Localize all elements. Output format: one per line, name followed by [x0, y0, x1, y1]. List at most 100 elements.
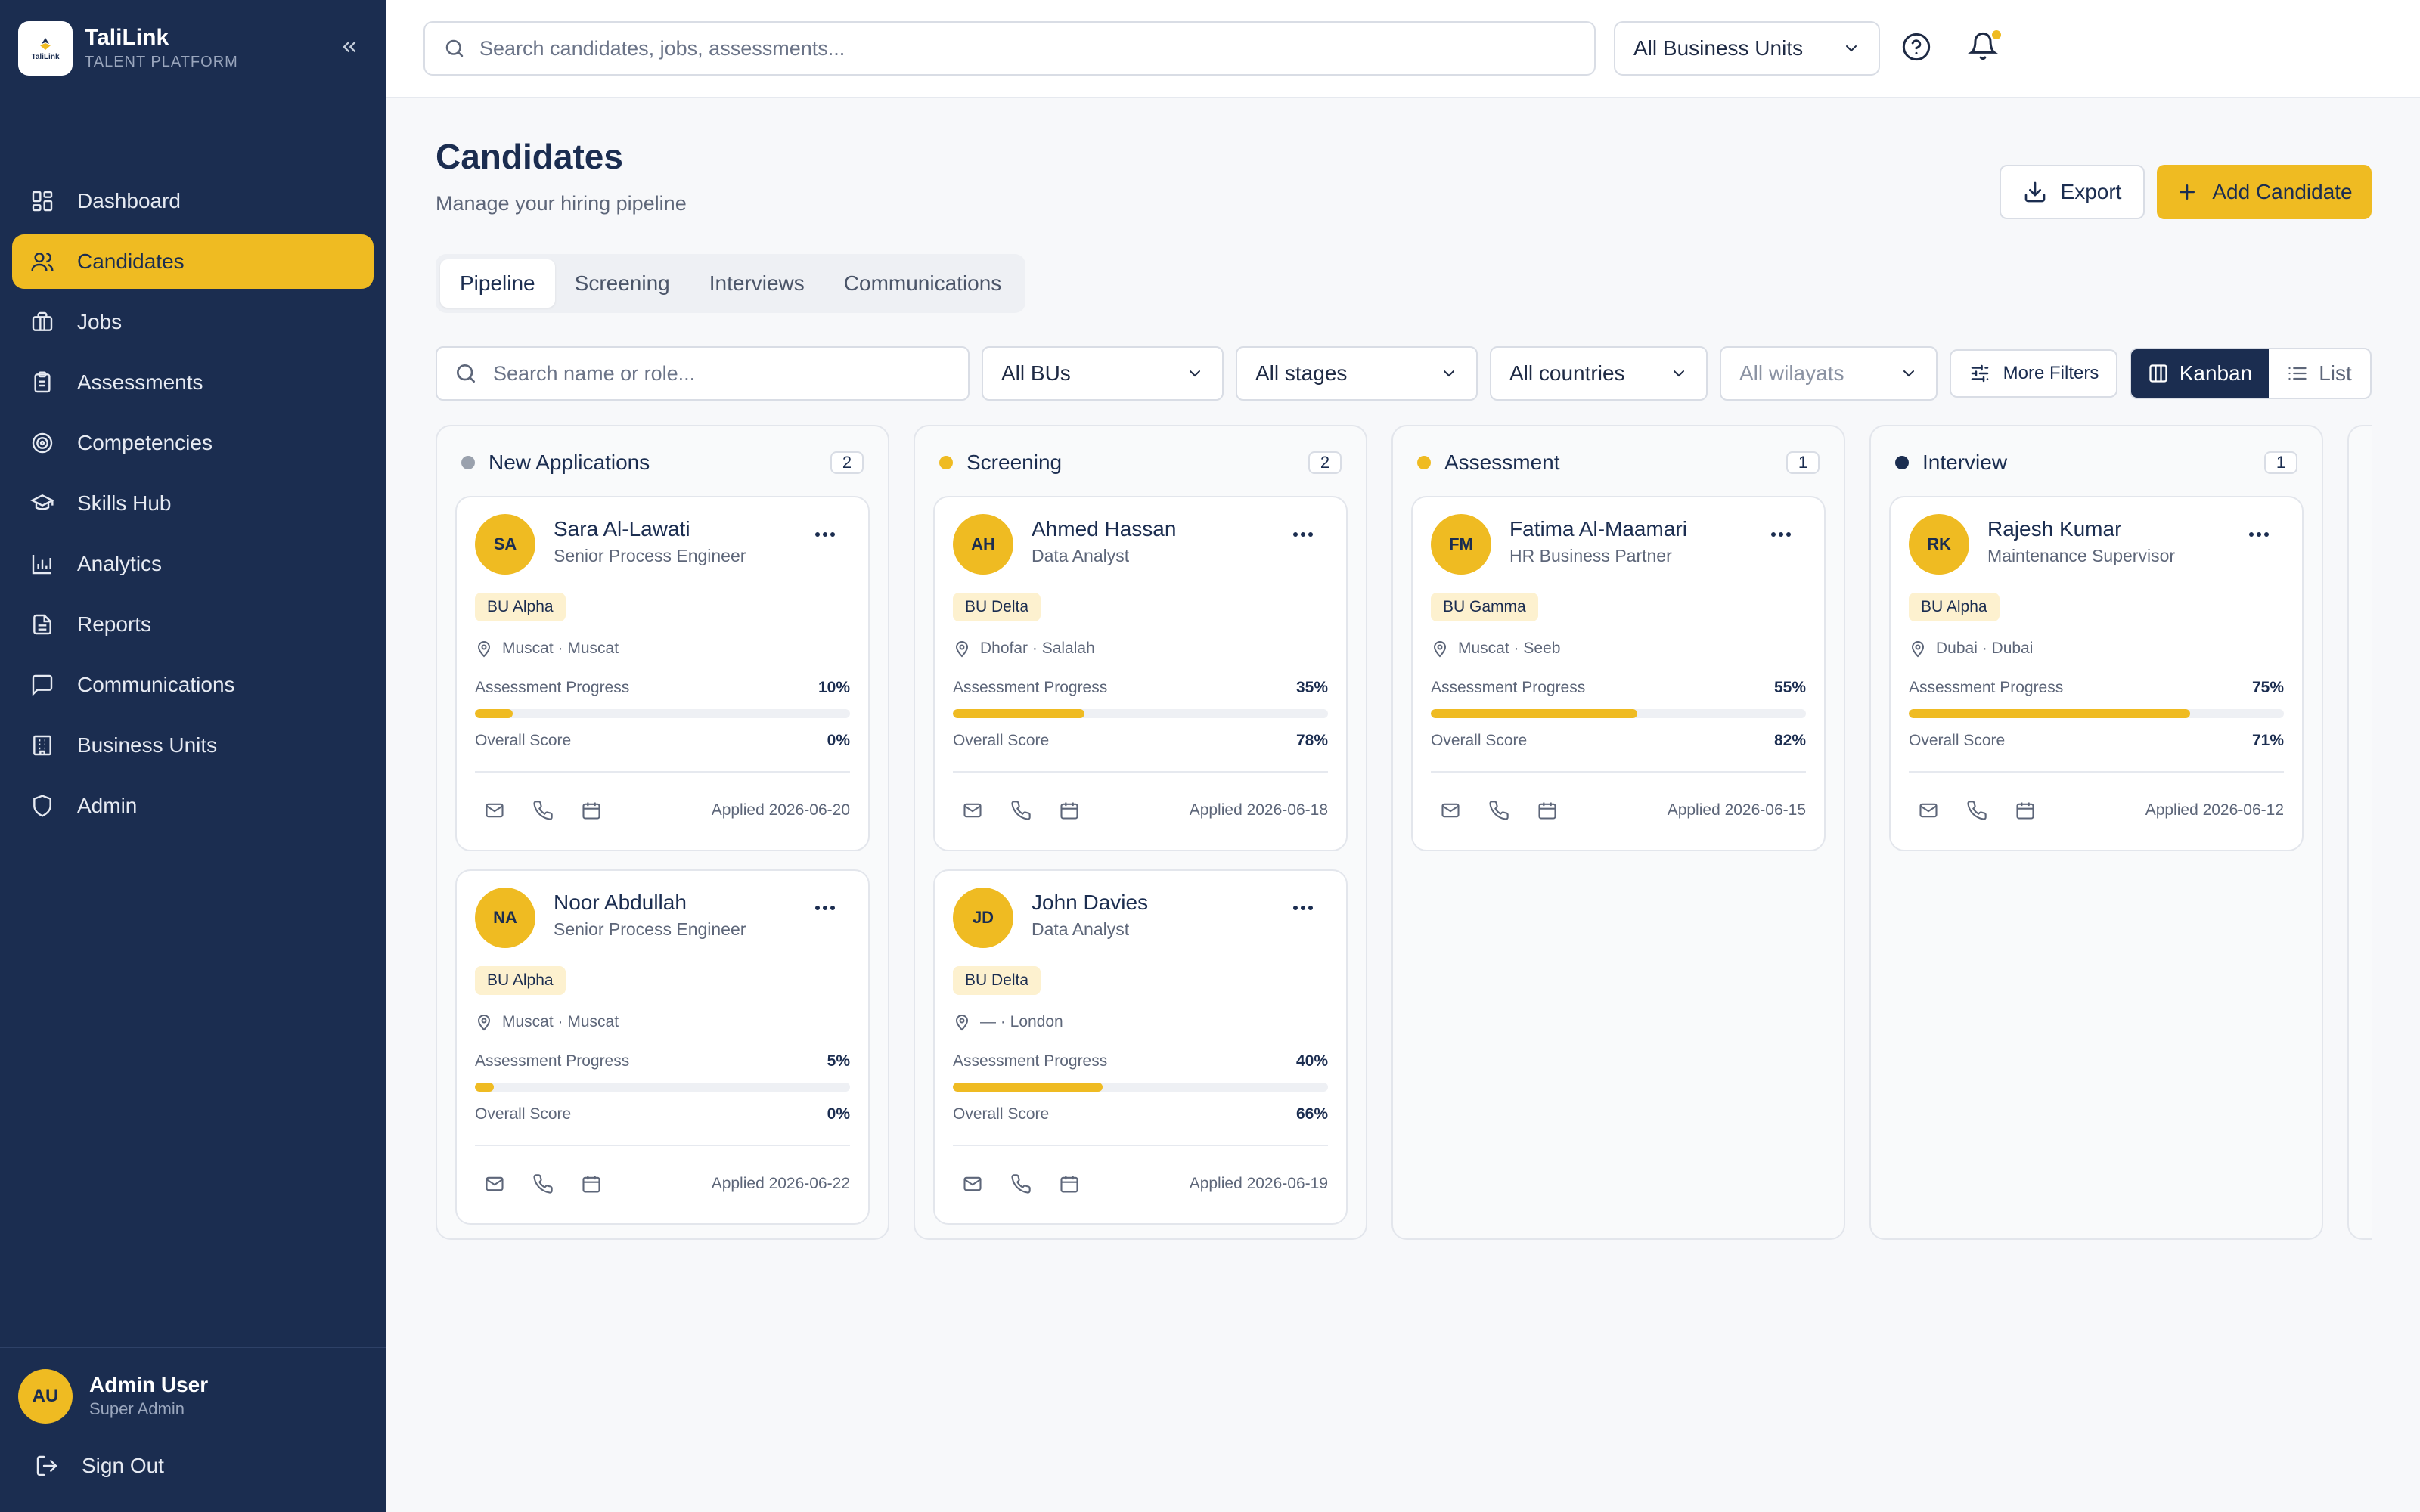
column-status-dot	[939, 456, 953, 469]
calendar-icon[interactable]	[581, 800, 602, 821]
kanban-board: New Applications 2 SA Sara Al-Lawati Sen…	[436, 425, 2372, 1241]
phone-icon[interactable]	[1488, 800, 1509, 821]
sign-out-button[interactable]: Sign Out	[35, 1454, 164, 1478]
progress-label: Assessment Progress	[1431, 679, 1586, 696]
score-label: Overall Score	[475, 732, 572, 749]
candidate-search[interactable]	[436, 346, 970, 401]
collapse-sidebar-icon[interactable]	[339, 36, 360, 57]
business-unit-select[interactable]: All Business Units	[1614, 21, 1880, 76]
more-options-icon[interactable]	[812, 529, 838, 540]
calendar-icon[interactable]	[581, 1173, 602, 1194]
calendar-icon[interactable]	[1059, 800, 1080, 821]
plus-icon	[2180, 184, 2195, 200]
kanban-column-interview: Interview 1 RK Rajesh Kumar Maintenance …	[1869, 425, 2323, 1240]
business-unit-badge: BU Delta	[953, 593, 1041, 621]
score-value: 66%	[1295, 1105, 1328, 1123]
candidate-card[interactable]: AH Ahmed Hassan Data Analyst BU Delta Dh…	[933, 496, 1348, 851]
progress-value: 75%	[2251, 679, 2284, 696]
country-filter-select[interactable]: All countries	[1490, 346, 1708, 401]
export-button[interactable]: Export	[2000, 165, 2145, 219]
phone-icon[interactable]	[1966, 800, 1987, 821]
list-view-label: List	[2319, 361, 2352, 385]
more-filters-button[interactable]: More Filters	[1950, 349, 2118, 398]
assessment-progress-bar	[475, 1083, 850, 1092]
app-name: TaliLink	[85, 25, 169, 50]
sidebar-item-reports[interactable]: Reports	[12, 597, 374, 652]
mail-icon[interactable]	[484, 1173, 505, 1194]
help-icon[interactable]	[1901, 32, 1931, 62]
phone-icon[interactable]	[1010, 1173, 1032, 1194]
map-pin-icon	[477, 1015, 491, 1031]
add-candidate-button[interactable]: Add Candidate	[2157, 165, 2372, 219]
sidebar-item-dashboard[interactable]: Dashboard	[12, 174, 374, 228]
mail-icon[interactable]	[1440, 800, 1461, 821]
wilayat-filter-select[interactable]: All wilayats	[1720, 346, 1938, 401]
candidate-location: Muscat · Seeb	[1431, 640, 1560, 658]
global-search[interactable]	[424, 21, 1596, 76]
more-options-icon[interactable]	[812, 903, 838, 913]
more-options-icon[interactable]	[1290, 529, 1316, 540]
tab-pipeline[interactable]: Pipeline	[440, 259, 555, 308]
bu-filter-select[interactable]: All BUs	[982, 346, 1224, 401]
sidebar-item-jobs[interactable]: Jobs	[12, 295, 374, 349]
avatar: RK	[1909, 514, 1969, 575]
users-icon	[31, 253, 54, 271]
kanban-column-screening: Screening 2 AH Ahmed Hassan Data Analyst…	[914, 425, 1367, 1240]
calendar-icon[interactable]	[2015, 800, 2036, 821]
sidebar-footer: AU Admin User Super Admin Sign Out	[0, 1347, 386, 1477]
mail-icon[interactable]	[962, 800, 983, 821]
more-options-icon[interactable]	[1290, 903, 1316, 913]
bu-filter-value: All BUs	[1001, 361, 1071, 385]
chevron-down-icon	[1190, 370, 1200, 377]
global-search-input[interactable]	[479, 36, 1538, 60]
candidate-search-input[interactable]	[493, 361, 947, 386]
phone-icon[interactable]	[532, 800, 554, 821]
sidebar-item-competencies[interactable]: Competencies	[12, 416, 374, 470]
business-unit-badge: BU Delta	[953, 966, 1041, 995]
sidebar-item-admin[interactable]: Admin	[12, 779, 374, 833]
candidate-location: Dubai · Dubai	[1909, 640, 2033, 658]
sidebar-item-assessments[interactable]: Assessments	[12, 355, 374, 410]
mail-icon[interactable]	[484, 800, 505, 821]
list-icon	[2288, 367, 2307, 380]
progress-fill	[1909, 709, 2190, 718]
sidebar-item-skills-hub[interactable]: Skills Hub	[12, 476, 374, 531]
list-view-button[interactable]: List	[2269, 349, 2370, 398]
phone-icon[interactable]	[532, 1173, 554, 1194]
sidebar-item-business-units[interactable]: Business Units	[12, 718, 374, 773]
user-profile[interactable]: AU Admin User Super Admin	[18, 1369, 208, 1424]
business-unit-badge: BU Alpha	[475, 593, 566, 621]
progress-label: Assessment Progress	[1909, 679, 2064, 696]
phone-icon[interactable]	[1010, 800, 1032, 821]
assessment-progress-bar	[953, 709, 1328, 718]
candidate-card[interactable]: RK Rajesh Kumar Maintenance Supervisor B…	[1889, 496, 2304, 851]
sidebar-item-analytics[interactable]: Analytics	[12, 537, 374, 591]
country-filter-value: All countries	[1509, 361, 1625, 385]
calendar-icon[interactable]	[1059, 1173, 1080, 1194]
tab-screening[interactable]: Screening	[555, 259, 690, 308]
mail-icon[interactable]	[962, 1173, 983, 1194]
sidebar-item-label: Dashboard	[77, 189, 181, 212]
progress-label: Assessment Progress	[953, 679, 1108, 696]
tab-communications[interactable]: Communications	[824, 259, 1022, 308]
kanban-view-button[interactable]: Kanban	[2131, 349, 2269, 398]
more-options-icon[interactable]	[1768, 529, 1794, 540]
kanban-column-assessment: Assessment 1 FM Fatima Al-Maamari HR Bus…	[1392, 425, 1845, 1240]
stage-filter-select[interactable]: All stages	[1236, 346, 1478, 401]
card-divider	[1431, 771, 1806, 773]
progress-value: 35%	[1295, 679, 1328, 696]
candidate-card[interactable]: SA Sara Al-Lawati Senior Process Enginee…	[455, 496, 870, 851]
kanban-column-overflow	[2347, 425, 2372, 1240]
candidate-card[interactable]: FM Fatima Al-Maamari HR Business Partner…	[1411, 496, 1826, 851]
score-value: 82%	[1773, 732, 1806, 749]
mail-icon[interactable]	[1918, 800, 1939, 821]
app-logo: TaliLink	[18, 21, 73, 76]
sidebar-item-communications[interactable]: Communications	[12, 658, 374, 712]
more-options-icon[interactable]	[2246, 529, 2272, 540]
candidate-card[interactable]: JD John Davies Data Analyst BU Delta — ·…	[933, 869, 1348, 1225]
location-text: Muscat · Seeb	[1458, 640, 1561, 657]
calendar-icon[interactable]	[1537, 800, 1558, 821]
candidate-card[interactable]: NA Noor Abdullah Senior Process Engineer…	[455, 869, 870, 1225]
sidebar-item-candidates[interactable]: Candidates	[12, 234, 374, 289]
tab-interviews[interactable]: Interviews	[690, 259, 824, 308]
